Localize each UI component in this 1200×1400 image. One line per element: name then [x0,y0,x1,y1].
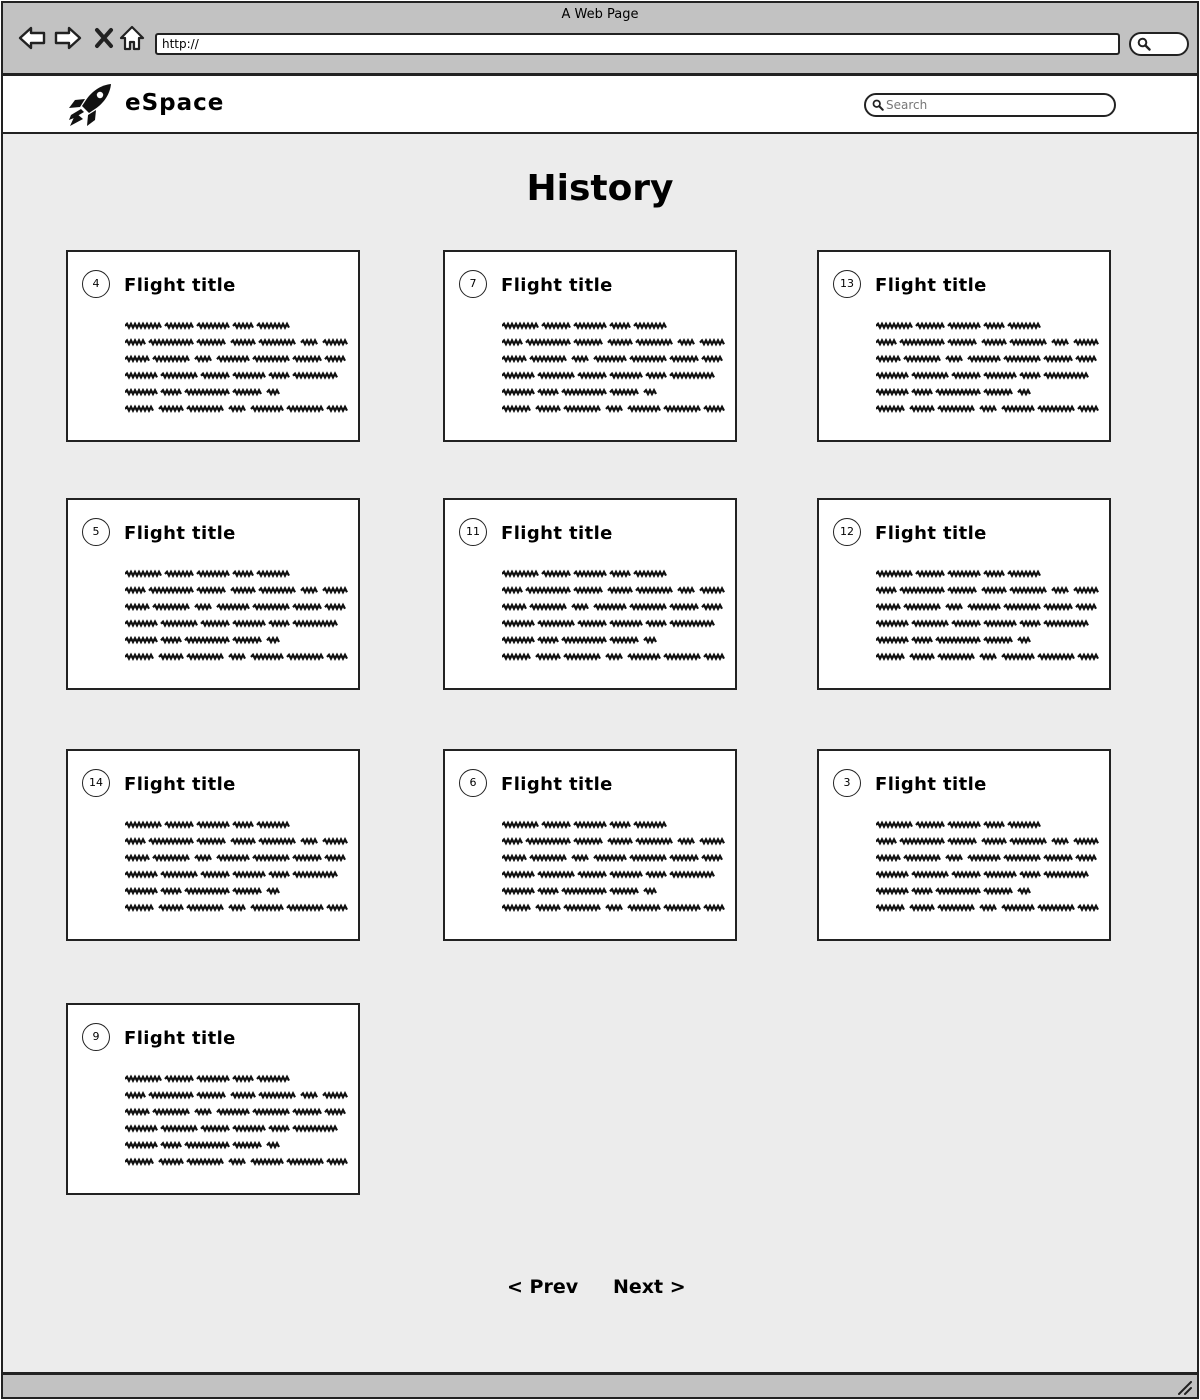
stop-icon[interactable] [89,23,119,53]
page-title: History [526,168,674,209]
prev-page-link[interactable]: < Prev [507,1276,578,1298]
forward-arrow-icon[interactable] [53,23,83,53]
placeholder-body-text [876,318,1100,414]
flight-card[interactable]: 4 Flight title [66,250,360,442]
back-arrow-icon[interactable] [17,23,47,53]
flight-card[interactable]: 11 Flight title [443,498,737,690]
placeholder-body-text [125,566,349,662]
placeholder-body-text [502,566,726,662]
site-header: eSpace [3,76,1197,134]
flight-number-badge: 14 [82,769,110,797]
search-input[interactable] [886,95,1106,115]
site-search[interactable] [864,93,1116,117]
flight-number-badge: 11 [459,518,487,546]
flight-title[interactable]: Flight title [501,774,613,795]
browser-chrome: A Web Page http:// [3,3,1197,76]
window-title: A Web Page [561,7,639,22]
rocket-icon[interactable] [67,82,115,128]
flight-card[interactable]: 6 Flight title [443,749,737,941]
flight-title[interactable]: Flight title [875,523,987,544]
placeholder-body-text [125,1071,349,1167]
home-icon[interactable] [117,23,147,53]
browser-search-button[interactable] [1129,32,1189,56]
flight-card[interactable]: 7 Flight title [443,250,737,442]
placeholder-body-text [502,817,726,913]
search-icon [1137,37,1151,51]
flight-number-badge: 9 [82,1023,110,1051]
flight-title[interactable]: Flight title [875,275,987,296]
placeholder-body-text [876,817,1100,913]
flight-card[interactable]: 3 Flight title [817,749,1111,941]
placeholder-body-text [125,817,349,913]
flight-title[interactable]: Flight title [124,523,236,544]
flight-number-badge: 13 [833,270,861,298]
flight-title[interactable]: Flight title [124,275,236,296]
flight-number-badge: 3 [833,769,861,797]
next-page-link[interactable]: Next > [613,1276,686,1298]
flight-card[interactable]: 12 Flight title [817,498,1111,690]
flight-number-badge: 12 [833,518,861,546]
flight-number-badge: 4 [82,270,110,298]
placeholder-body-text [125,318,349,414]
browser-window: A Web Page http:// eSpace Search History… [1,1,1199,1399]
flight-card[interactable]: 9 Flight title [66,1003,360,1195]
flight-title[interactable]: Flight title [124,774,236,795]
flight-title[interactable]: Flight title [501,275,613,296]
search-icon [872,99,884,111]
flight-title[interactable]: Flight title [124,1028,236,1049]
url-input[interactable]: http:// [155,33,1120,55]
status-bar [3,1372,1197,1397]
placeholder-body-text [876,566,1100,662]
brand-name[interactable]: eSpace [125,90,224,116]
flight-title[interactable]: Flight title [501,523,613,544]
flight-card[interactable]: 13 Flight title [817,250,1111,442]
flight-card[interactable]: 5 Flight title [66,498,360,690]
flight-number-badge: 5 [82,518,110,546]
flight-card[interactable]: 14 Flight title [66,749,360,941]
resize-grip-icon[interactable] [1177,1381,1193,1395]
placeholder-body-text [502,318,726,414]
flight-number-badge: 7 [459,270,487,298]
flight-title[interactable]: Flight title [875,774,987,795]
flight-number-badge: 6 [459,769,487,797]
